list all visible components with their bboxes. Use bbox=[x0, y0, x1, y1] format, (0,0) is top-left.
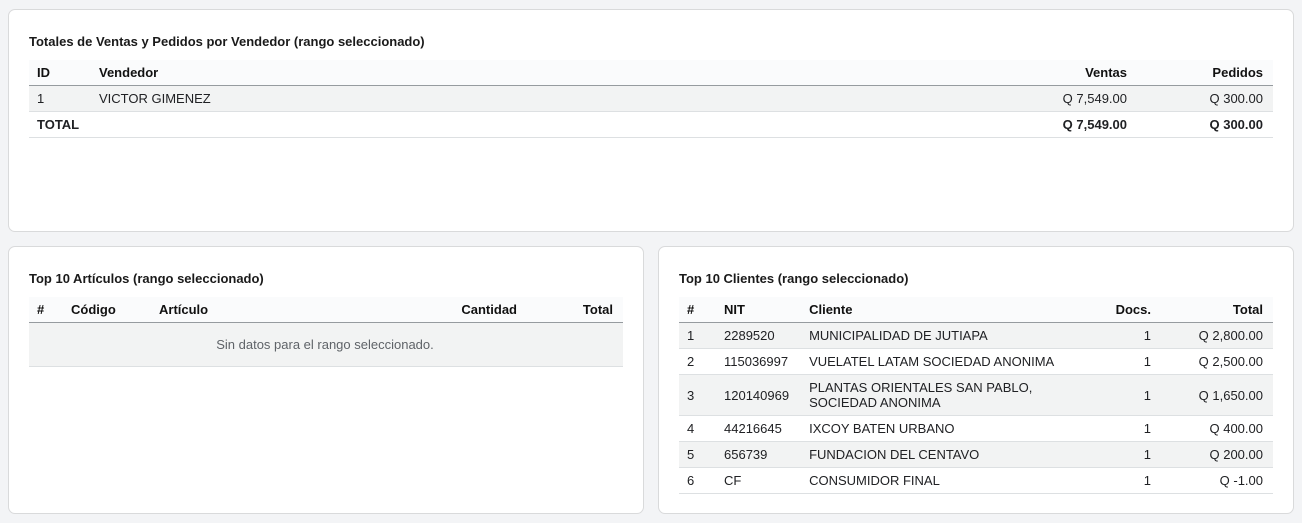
cell-client-docs: 1 bbox=[1083, 349, 1161, 375]
cell-client-nit: CF bbox=[714, 468, 799, 494]
col-header-client: Cliente bbox=[799, 297, 1083, 323]
cell-client-total: Q 1,650.00 bbox=[1161, 375, 1273, 416]
cell-client-name: PLANTAS ORIENTALES SAN PABLO, SOCIEDAD A… bbox=[799, 375, 1083, 416]
total-label: TOTAL bbox=[29, 112, 995, 138]
cell-client-docs: 1 bbox=[1083, 375, 1161, 416]
col-header-article-total: Total bbox=[527, 297, 623, 323]
cell-client-nit: 656739 bbox=[714, 442, 799, 468]
cell-client-num: 5 bbox=[679, 442, 714, 468]
client-row: 1 2289520 MUNICIPALIDAD DE JUTIAPA 1 Q 2… bbox=[679, 323, 1273, 349]
cell-client-total: Q 2,500.00 bbox=[1161, 349, 1273, 375]
articles-empty-row: Sin datos para el rango seleccionado. bbox=[29, 323, 623, 367]
dashboard: Totales de Ventas y Pedidos por Vendedor… bbox=[0, 0, 1302, 523]
cell-client-docs: 1 bbox=[1083, 323, 1161, 349]
cell-client-num: 1 bbox=[679, 323, 714, 349]
cell-vendor-orders: Q 300.00 bbox=[1137, 86, 1273, 112]
col-header-client-total: Total bbox=[1161, 297, 1273, 323]
client-row: 4 44216645 IXCOY BATEN URBANO 1 Q 400.00 bbox=[679, 416, 1273, 442]
total-orders: Q 300.00 bbox=[1137, 112, 1273, 138]
cell-client-name: VUELATEL LATAM SOCIEDAD ANONIMA bbox=[799, 349, 1083, 375]
top-articles-panel: Top 10 Artículos (rango seleccionado) # … bbox=[8, 246, 644, 514]
clients-table: # NIT Cliente Docs. Total 1 2289520 MUNI… bbox=[679, 297, 1273, 494]
vendors-panel-title: Totales de Ventas y Pedidos por Vendedor… bbox=[29, 34, 1273, 49]
total-sales: Q 7,549.00 bbox=[995, 112, 1137, 138]
col-header-vendor: Vendedor bbox=[89, 60, 995, 86]
col-header-article: Artículo bbox=[149, 297, 415, 323]
client-row: 6 CF CONSUMIDOR FINAL 1 Q -1.00 bbox=[679, 468, 1273, 494]
articles-header-row: # Código Artículo Cantidad Total bbox=[29, 297, 623, 323]
cell-client-docs: 1 bbox=[1083, 468, 1161, 494]
cell-client-total: Q -1.00 bbox=[1161, 468, 1273, 494]
col-header-code: Código bbox=[61, 297, 149, 323]
cell-client-nit: 115036997 bbox=[714, 349, 799, 375]
cell-client-num: 4 bbox=[679, 416, 714, 442]
cell-vendor-id: 1 bbox=[29, 86, 89, 112]
client-row: 5 656739 FUNDACION DEL CENTAVO 1 Q 200.0… bbox=[679, 442, 1273, 468]
cell-client-docs: 1 bbox=[1083, 442, 1161, 468]
vendor-row: 1 VICTOR GIMENEZ Q 7,549.00 Q 300.00 bbox=[29, 86, 1273, 112]
client-row: 3 120140969 PLANTAS ORIENTALES SAN PABLO… bbox=[679, 375, 1273, 416]
cell-client-name: IXCOY BATEN URBANO bbox=[799, 416, 1083, 442]
col-header-orders: Pedidos bbox=[1137, 60, 1273, 86]
col-header-quantity: Cantidad bbox=[415, 297, 527, 323]
clients-header-row: # NIT Cliente Docs. Total bbox=[679, 297, 1273, 323]
col-header-num: # bbox=[29, 297, 61, 323]
cell-client-total: Q 200.00 bbox=[1161, 442, 1273, 468]
cell-client-nit: 2289520 bbox=[714, 323, 799, 349]
cell-client-nit: 120140969 bbox=[714, 375, 799, 416]
col-header-client-num: # bbox=[679, 297, 714, 323]
cell-client-name: CONSUMIDOR FINAL bbox=[799, 468, 1083, 494]
vendors-header-row: ID Vendedor Ventas Pedidos bbox=[29, 60, 1273, 86]
articles-panel-title: Top 10 Artículos (rango seleccionado) bbox=[29, 271, 623, 286]
cell-client-num: 2 bbox=[679, 349, 714, 375]
cell-vendor-sales: Q 7,549.00 bbox=[995, 86, 1137, 112]
cell-client-total: Q 400.00 bbox=[1161, 416, 1273, 442]
col-header-sales: Ventas bbox=[995, 60, 1137, 86]
cell-client-num: 6 bbox=[679, 468, 714, 494]
vendors-total-row: TOTAL Q 7,549.00 Q 300.00 bbox=[29, 112, 1273, 138]
vendors-table: ID Vendedor Ventas Pedidos 1 VICTOR GIME… bbox=[29, 60, 1273, 138]
cell-client-total: Q 2,800.00 bbox=[1161, 323, 1273, 349]
client-row: 2 115036997 VUELATEL LATAM SOCIEDAD ANON… bbox=[679, 349, 1273, 375]
cell-client-nit: 44216645 bbox=[714, 416, 799, 442]
top-clients-panel: Top 10 Clientes (rango seleccionado) # N… bbox=[658, 246, 1294, 514]
col-header-docs: Docs. bbox=[1083, 297, 1161, 323]
vendors-totals-panel: Totales de Ventas y Pedidos por Vendedor… bbox=[8, 9, 1294, 232]
empty-state-message: Sin datos para el rango seleccionado. bbox=[29, 323, 623, 367]
col-header-id: ID bbox=[29, 60, 89, 86]
articles-table: # Código Artículo Cantidad Total Sin dat… bbox=[29, 297, 623, 367]
cell-client-docs: 1 bbox=[1083, 416, 1161, 442]
cell-client-num: 3 bbox=[679, 375, 714, 416]
col-header-nit: NIT bbox=[714, 297, 799, 323]
clients-panel-title: Top 10 Clientes (rango seleccionado) bbox=[679, 271, 1273, 286]
cell-client-name: FUNDACION DEL CENTAVO bbox=[799, 442, 1083, 468]
cell-client-name: MUNICIPALIDAD DE JUTIAPA bbox=[799, 323, 1083, 349]
bottom-panels-row: Top 10 Artículos (rango seleccionado) # … bbox=[8, 246, 1294, 514]
cell-vendor-name: VICTOR GIMENEZ bbox=[89, 86, 995, 112]
